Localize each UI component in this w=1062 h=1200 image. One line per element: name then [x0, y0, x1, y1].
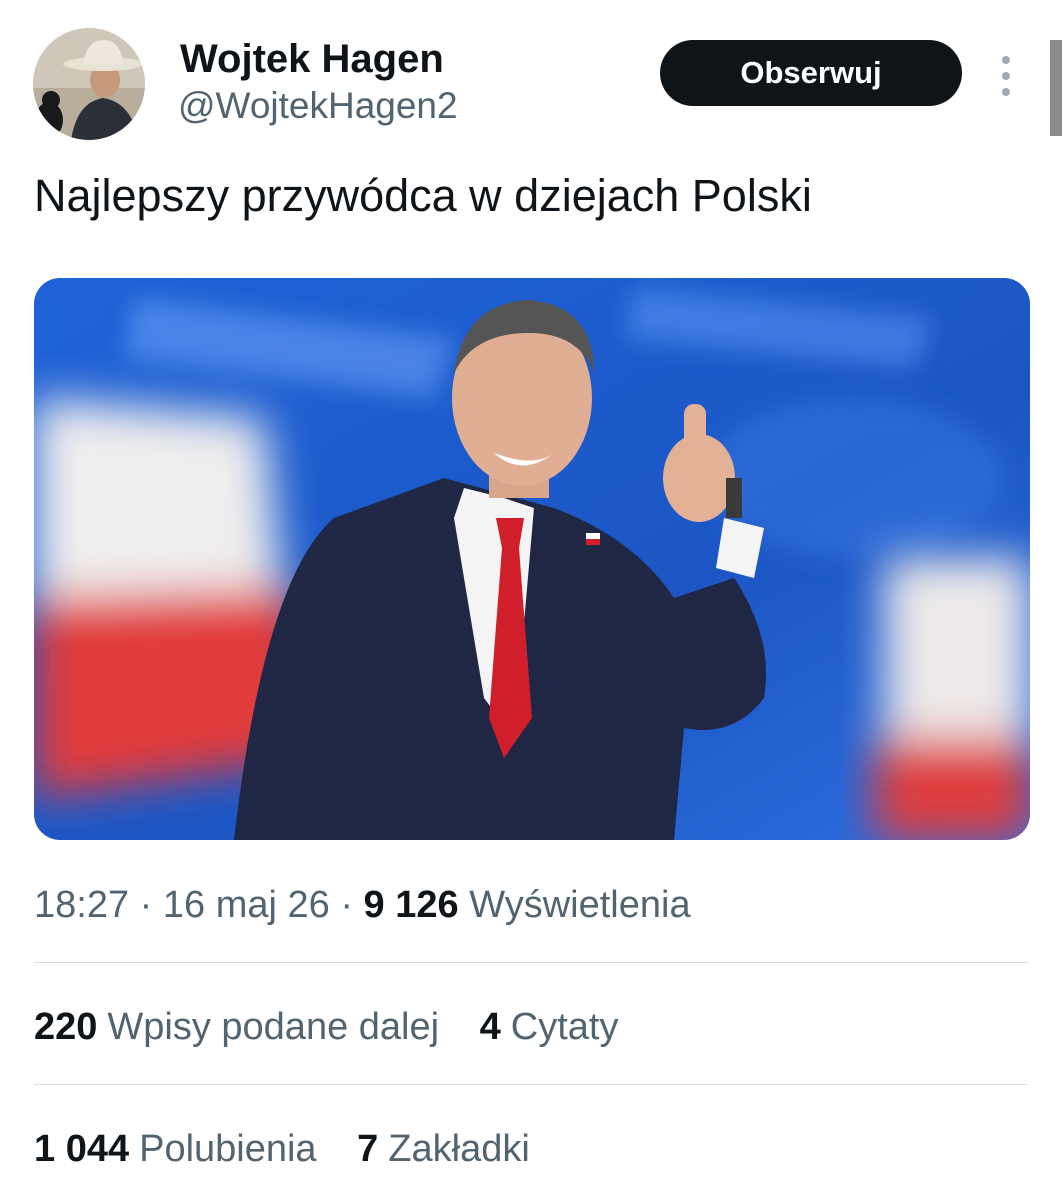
scrollbar-thumb[interactable]: [1050, 40, 1062, 136]
author-name[interactable]: Wojtek Hagen: [180, 36, 444, 82]
more-vertical-icon: [1002, 56, 1010, 96]
more-options-button[interactable]: [996, 54, 1016, 98]
tweet-meta: 18:27 · 16 maj 26 · 9 126 Wyświetlenia: [34, 880, 691, 930]
quotes-stat[interactable]: 4 Cytaty: [480, 1002, 619, 1052]
divider: [34, 1084, 1028, 1085]
stats-row-likes: 1 044 Polubienia 7 Zakładki: [34, 1124, 560, 1174]
views-label: Wyświetlenia: [469, 884, 691, 926]
stats-row-reposts: 220 Wpisy podane dalej 4 Cytaty: [34, 1002, 648, 1052]
bookmarks-stat[interactable]: 7 Zakładki: [357, 1124, 530, 1174]
meta-separator: ·: [340, 884, 364, 926]
follow-button[interactable]: Obserwuj: [660, 40, 962, 106]
tweet-time[interactable]: 18:27: [34, 884, 129, 926]
views-count: 9 126: [363, 884, 459, 926]
meta-separator: ·: [139, 884, 163, 926]
divider: [34, 962, 1028, 963]
avatar-image: [33, 28, 145, 140]
photo-image: [34, 278, 1030, 840]
avatar[interactable]: [33, 28, 145, 140]
tweet-date[interactable]: 16 maj 26: [163, 884, 330, 926]
likes-stat[interactable]: 1 044 Polubienia: [34, 1124, 317, 1174]
tweet-text: Najlepszy przywódca w dziejach Polski: [34, 170, 812, 221]
reposts-stat[interactable]: 220 Wpisy podane dalej: [34, 1002, 439, 1052]
tweet-photo[interactable]: [34, 278, 1030, 840]
author-handle[interactable]: @WojtekHagen2: [178, 84, 458, 128]
